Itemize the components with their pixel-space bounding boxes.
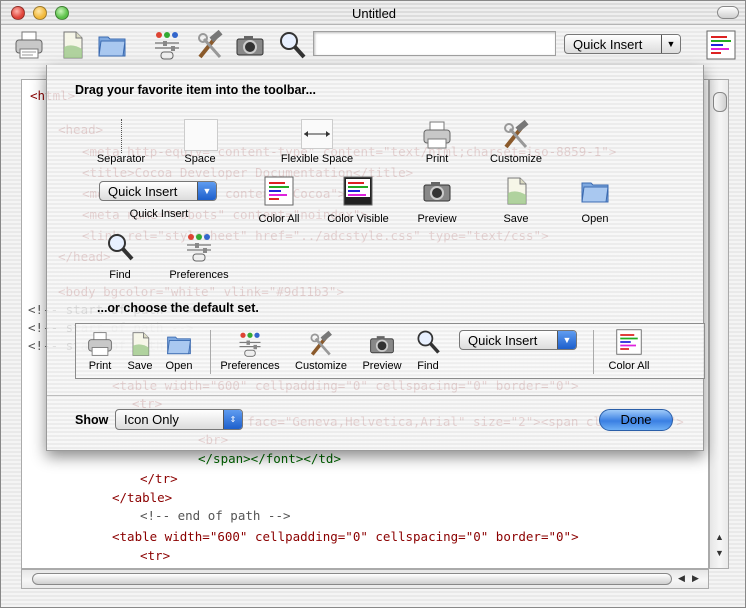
customize-icon[interactable] — [194, 29, 226, 61]
default-customize-label: Customize — [295, 360, 347, 372]
scroll-down-arrow-icon[interactable]: ▼ — [715, 548, 724, 558]
quick-insert-sample: Quick Insert ▼ — [99, 181, 217, 201]
quick-insert-label: Quick Insert — [573, 36, 643, 52]
color-visible-icon — [343, 176, 373, 206]
customize-toolbar-sheet: Drag your favorite item into the toolbar… — [46, 65, 705, 451]
chevron-down-icon: ▼ — [197, 182, 216, 200]
color-all-icon[interactable] — [705, 29, 737, 61]
palette-item-open[interactable]: Open — [571, 173, 619, 225]
palette-label: Open — [581, 213, 609, 225]
space-icon — [184, 119, 218, 151]
separator-icon — [121, 119, 122, 153]
default-preferences-label: Preferences — [220, 360, 280, 372]
folder-icon — [581, 182, 609, 203]
palette-item-color-visible[interactable]: Color Visible — [327, 173, 389, 225]
customize-icon — [504, 119, 529, 149]
color-all-icon — [264, 176, 294, 206]
palette-item-preview[interactable]: Preview — [413, 173, 461, 225]
palette-item-customize[interactable]: Customize — [490, 117, 542, 165]
horizontal-scrollbar[interactable]: ◀ ▶ — [21, 569, 709, 589]
quick-insert-label: Quick Insert — [108, 183, 178, 199]
palette-label: Quick Insert — [129, 208, 189, 220]
default-print-label: Print — [88, 360, 112, 372]
camera-icon — [370, 336, 394, 354]
palette-label: Flexible Space — [280, 153, 354, 165]
chevron-down-icon: ▼ — [661, 35, 680, 53]
code-line: </tr> — [140, 471, 178, 486]
document-icon[interactable] — [56, 29, 88, 61]
palette-label: Space — [184, 153, 216, 165]
palette-item-flexible-space[interactable]: Flexible Space — [281, 117, 353, 165]
default-quick-insert-popup: Quick Insert ▼ — [459, 330, 577, 350]
horizontal-scroll-thumb[interactable] — [32, 573, 672, 585]
magnifier-icon — [108, 234, 134, 261]
camera-icon — [423, 182, 451, 202]
quick-insert-label: Quick Insert — [468, 332, 538, 348]
print-icon[interactable] — [13, 29, 45, 61]
default-preview-label: Preview — [362, 360, 402, 372]
show-mode-popup[interactable]: Icon Only ⇕ — [115, 409, 243, 430]
show-mode-value: Icon Only — [124, 412, 179, 427]
magnifier-icon[interactable] — [276, 29, 308, 61]
vertical-scroll-thumb[interactable] — [713, 92, 727, 112]
sheet-heading: Drag your favorite item into the toolbar… — [75, 83, 317, 97]
default-color-all-label: Color All — [608, 360, 650, 372]
palette-item-separator[interactable]: Separator — [97, 117, 145, 165]
default-save-label: Save — [127, 360, 153, 372]
code-line: <table width="600" cellpadding="0" cells… — [112, 529, 579, 544]
preferences-icon — [187, 234, 211, 262]
code-line: <!-- end of path --> — [140, 508, 291, 523]
color-all-icon — [616, 329, 642, 355]
code-line: <tr> — [140, 548, 171, 563]
preferences-icon — [239, 332, 261, 357]
vertical-scrollbar[interactable]: ▲ ▼ — [709, 79, 729, 569]
palette-item-save[interactable]: Save — [492, 173, 540, 225]
palette-item-space[interactable]: Space — [176, 117, 224, 165]
toolbar-search-field[interactable] — [313, 31, 556, 56]
done-button[interactable]: Done — [599, 409, 673, 431]
print-icon — [88, 332, 112, 356]
folder-icon — [167, 336, 191, 355]
palette-item-quick-insert[interactable]: Quick Insert ▼ Quick Insert — [99, 177, 219, 225]
default-set-toolbar[interactable]: Print Save Open Preferences Customize Pr… — [75, 323, 705, 379]
preferences-icon[interactable] — [151, 29, 183, 61]
print-icon — [423, 121, 451, 149]
default-find-label: Find — [417, 360, 439, 372]
palette-item-print[interactable]: Print — [413, 117, 461, 165]
window-title: Untitled — [351, 6, 397, 21]
default-separator — [210, 330, 211, 374]
flexible-space-icon — [301, 119, 333, 149]
camera-icon[interactable] — [234, 29, 266, 61]
code-line: </table> — [112, 490, 173, 505]
palette-item-color-all[interactable]: Color All — [255, 173, 303, 225]
sheet-divider — [47, 395, 703, 396]
show-label: Show — [75, 413, 109, 427]
document-icon — [507, 177, 527, 205]
default-separator — [593, 330, 594, 374]
scroll-right-arrow-icon[interactable]: ▶ — [692, 573, 699, 584]
quick-insert-popup[interactable]: Quick Insert ▼ — [564, 34, 681, 54]
customize-icon — [310, 330, 332, 356]
main-window: Untitled Quick Insert ▼ <!-- <!-- <!-- <… — [0, 0, 746, 608]
toolbar-toggle-button[interactable] — [717, 6, 739, 19]
updown-arrows-icon: ⇕ — [223, 410, 242, 429]
folder-icon[interactable] — [96, 29, 128, 61]
scroll-left-arrow-icon[interactable]: ◀ — [678, 573, 685, 584]
magnifier-icon — [417, 330, 440, 354]
palette-item-preferences[interactable]: Preferences — [169, 229, 229, 281]
default-set-heading: ...or choose the default set. — [97, 301, 259, 315]
document-icon — [132, 332, 150, 356]
scroll-up-arrow-icon[interactable]: ▲ — [715, 532, 724, 542]
palette-item-find[interactable]: Find — [96, 229, 144, 281]
code-line: </span></font></td> — [198, 451, 341, 466]
palette-label: Preferences — [169, 269, 229, 281]
title-bar: Untitled — [1, 1, 745, 25]
palette-label: Customize — [490, 153, 542, 165]
chevron-down-icon: ▼ — [557, 331, 576, 349]
default-open-label: Open — [165, 360, 193, 372]
